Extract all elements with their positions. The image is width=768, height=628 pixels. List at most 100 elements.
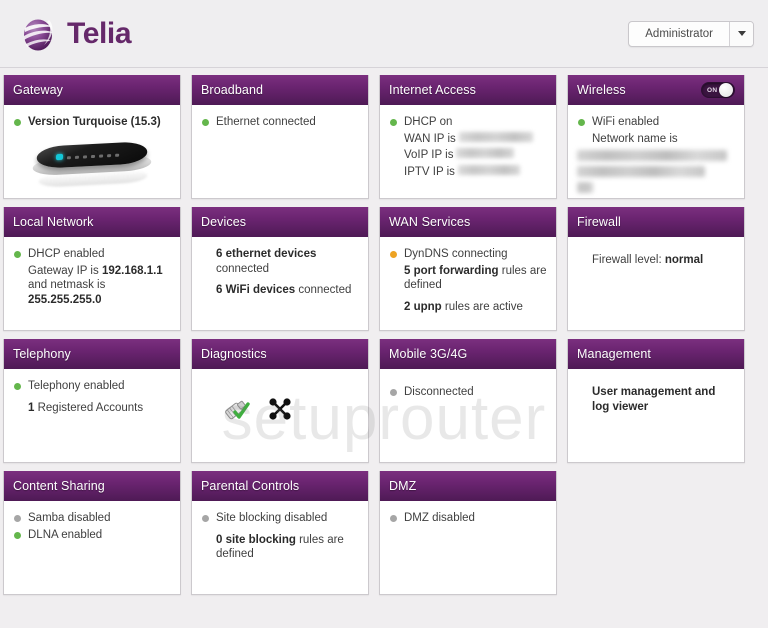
status-line: 6 WiFi devices connected bbox=[201, 283, 359, 298]
card-title: Mobile 3G/4G bbox=[389, 347, 468, 361]
site-blocking-status-label: Site blocking disabled bbox=[216, 512, 328, 524]
card-header: WAN Services bbox=[380, 207, 556, 237]
brand-name: Telia bbox=[67, 16, 132, 50]
wireless-toggle-knob bbox=[719, 83, 733, 97]
redacted-network-name-3 bbox=[577, 182, 593, 193]
card-title: Diagnostics bbox=[201, 347, 267, 361]
card-title: Firewall bbox=[577, 215, 621, 229]
network-topology-icon[interactable] bbox=[267, 396, 293, 425]
card-header: DMZ bbox=[380, 471, 556, 501]
card-dmz[interactable]: DMZ DMZ disabled bbox=[379, 471, 557, 595]
telephony-status-label: Telephony enabled bbox=[28, 380, 125, 392]
card-header: Local Network bbox=[4, 207, 180, 237]
card-internet-access[interactable]: Internet Access DHCP on WAN IP is VoIP I… bbox=[379, 75, 557, 199]
wifi-devices-label: 6 WiFi devices connected bbox=[216, 284, 352, 296]
card-header: Internet Access bbox=[380, 75, 556, 105]
card-broadband[interactable]: Broadband Ethernet connected bbox=[191, 75, 369, 199]
card-firewall[interactable]: Firewall Firewall level: normal bbox=[567, 207, 745, 331]
status-dot-grey bbox=[390, 389, 397, 396]
card-body: Telephony enabled 1 Registered Accounts bbox=[4, 369, 180, 462]
redacted-voip-ip bbox=[456, 148, 515, 158]
card-gateway[interactable]: Gateway Version Turquoise (15.3) bbox=[3, 75, 181, 199]
card-title: Local Network bbox=[13, 215, 94, 229]
redacted-network-name-2 bbox=[577, 166, 705, 177]
card-header: Parental Controls bbox=[192, 471, 368, 501]
status-dot-green bbox=[14, 531, 21, 539]
redacted-wan-ip bbox=[458, 131, 533, 142]
card-body: User management and log viewer bbox=[568, 369, 744, 462]
card-body: Firewall level: normal bbox=[568, 237, 744, 330]
card-title: Parental Controls bbox=[201, 479, 300, 493]
status-dot-green bbox=[390, 119, 397, 126]
card-local-network[interactable]: Local Network DHCP enabled Gateway IP is… bbox=[3, 207, 181, 331]
status-line: Disconnected bbox=[389, 385, 547, 400]
status-line: 1 Registered Accounts bbox=[13, 401, 171, 416]
brand: Telia bbox=[18, 14, 132, 54]
card-diagnostics[interactable]: Diagnostics bbox=[191, 339, 369, 463]
card-body: DMZ disabled bbox=[380, 501, 556, 594]
status-line: Samba disabled bbox=[13, 511, 171, 526]
status-dot-green bbox=[578, 119, 585, 126]
card-header: Gateway bbox=[4, 75, 180, 105]
card-header: Mobile 3G/4G bbox=[380, 339, 556, 369]
status-line: Network name is bbox=[577, 132, 735, 147]
wan-ip-label: WAN IP is bbox=[404, 132, 456, 145]
chevron-down-icon[interactable] bbox=[729, 21, 753, 46]
dlna-status-label: DLNA enabled bbox=[28, 528, 103, 541]
card-title: Gateway bbox=[13, 83, 64, 97]
card-body: Ethernet connected bbox=[192, 105, 368, 198]
card-title: Content Sharing bbox=[13, 479, 105, 493]
card-title: Devices bbox=[201, 215, 247, 229]
status-dot-grey bbox=[14, 515, 21, 522]
status-line: 5 port forwarding rules are defined bbox=[389, 264, 547, 293]
card-body: 6 ethernet devices connected 6 WiFi devi… bbox=[192, 237, 368, 330]
card-title: WAN Services bbox=[389, 215, 471, 229]
card-parental-controls[interactable]: Parental Controls Site blocking disabled… bbox=[191, 471, 369, 595]
status-line: IPTV IP is bbox=[389, 164, 547, 180]
management-description: User management and log viewer bbox=[592, 386, 716, 413]
card-header: Management bbox=[568, 339, 744, 369]
card-wireless[interactable]: Wireless ON WiFi enabled Network name is bbox=[567, 75, 745, 199]
card-management[interactable]: Management User management and log viewe… bbox=[567, 339, 745, 463]
card-title: Telephony bbox=[13, 347, 71, 361]
wireless-toggle-label: ON bbox=[707, 86, 718, 94]
card-header: Telephony bbox=[4, 339, 180, 369]
card-body: WiFi enabled Network name is bbox=[568, 105, 744, 198]
status-dot-green bbox=[14, 383, 21, 390]
status-line: Ethernet connected bbox=[201, 115, 359, 130]
telia-swirl-logo-icon bbox=[18, 14, 58, 54]
card-title: Wireless bbox=[577, 83, 626, 97]
wireless-toggle[interactable]: ON bbox=[701, 82, 735, 98]
status-dot-green bbox=[14, 119, 21, 126]
cable-test-ok-icon[interactable] bbox=[223, 396, 253, 425]
redacted-iptv-ip bbox=[457, 164, 520, 175]
status-line: Gateway IP is 192.168.1.1 and netmask is… bbox=[13, 264, 171, 308]
account-menu-label: Administrator bbox=[645, 27, 713, 40]
iptv-ip-label: IPTV IP is bbox=[404, 165, 455, 178]
network-name-label: Network name is bbox=[592, 132, 678, 145]
status-line: WAN IP is bbox=[389, 131, 547, 147]
dhcp-enabled-label: DHCP enabled bbox=[28, 248, 105, 260]
dashboard-grid: Gateway Version Turquoise (15.3) Broadba… bbox=[0, 68, 768, 595]
card-header: Devices bbox=[192, 207, 368, 237]
broadband-status-label: Ethernet connected bbox=[216, 116, 316, 128]
status-dot-green bbox=[202, 119, 209, 126]
status-line: User management and log viewer bbox=[577, 385, 735, 414]
wifi-status-label: WiFi enabled bbox=[592, 116, 660, 128]
card-wan-services[interactable]: WAN Services DynDNS connecting 5 port fo… bbox=[379, 207, 557, 331]
app-header: Telia Administrator bbox=[0, 0, 768, 68]
card-mobile-3g4g[interactable]: Mobile 3G/4G Disconnected bbox=[379, 339, 557, 463]
card-title: Management bbox=[577, 347, 651, 361]
card-telephony[interactable]: Telephony Telephony enabled 1 Registered… bbox=[3, 339, 181, 463]
account-menu[interactable]: Administrator bbox=[628, 20, 754, 47]
status-line: DynDNS connecting bbox=[389, 247, 547, 262]
card-content-sharing[interactable]: Content Sharing Samba disabled DLNA enab… bbox=[3, 471, 181, 595]
ethernet-devices-label: 6 ethernet devices connected bbox=[216, 248, 317, 275]
status-dot-grey bbox=[202, 515, 209, 522]
card-devices[interactable]: Devices 6 ethernet devices connected 6 W… bbox=[191, 207, 369, 331]
card-body: Disconnected bbox=[380, 369, 556, 462]
voip-ip-label: VoIP IP is bbox=[404, 149, 454, 161]
status-line: DMZ disabled bbox=[389, 511, 547, 526]
status-dot-grey bbox=[390, 515, 397, 522]
upnp-label: 2 upnp rules are active bbox=[404, 300, 523, 313]
